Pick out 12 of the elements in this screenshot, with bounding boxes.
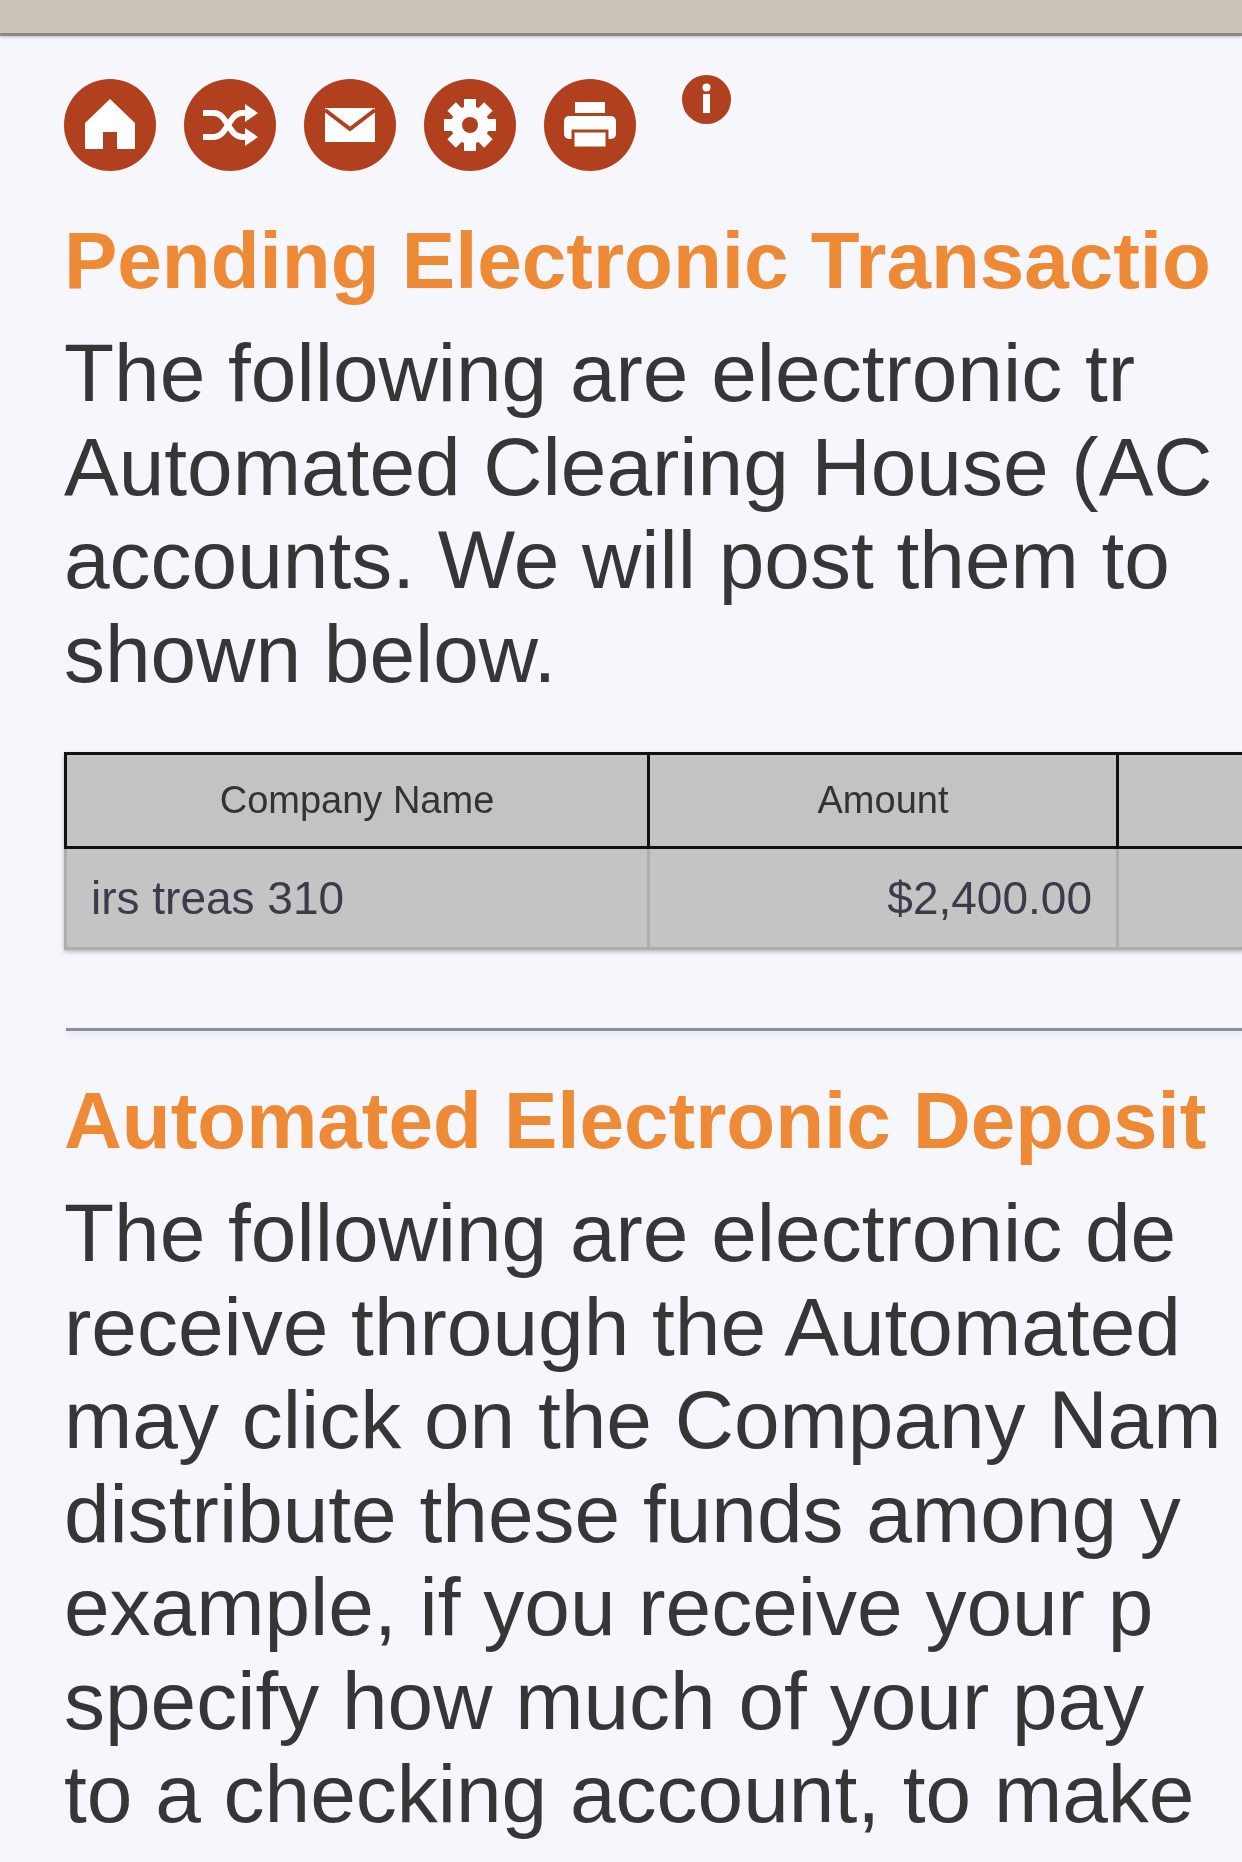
mail-icon[interactable]: [304, 79, 396, 171]
home-icon[interactable]: [64, 79, 156, 171]
description-paragraph: The following are electronic de receive through the Automated may click on the Company Nam distribute these funds among y example, if you receive your p specify how much of your pay to a checking account, to make: [64, 1186, 1223, 1841]
column-header: Company Name: [65, 753, 649, 848]
column-header: Amount: [648, 753, 1118, 848]
printer-icon[interactable]: [544, 79, 636, 171]
settings-icon[interactable]: [424, 79, 516, 171]
shuffle-icon[interactable]: [184, 79, 276, 171]
table-cell: irs treas 310: [65, 847, 649, 949]
description-paragraph: The following are electronic tr Automated Clearing House (AC accounts. We will post them to shown below.: [64, 326, 1214, 700]
table-cell: $2,400.00: [648, 847, 1118, 949]
info-icon[interactable]: [682, 75, 731, 124]
